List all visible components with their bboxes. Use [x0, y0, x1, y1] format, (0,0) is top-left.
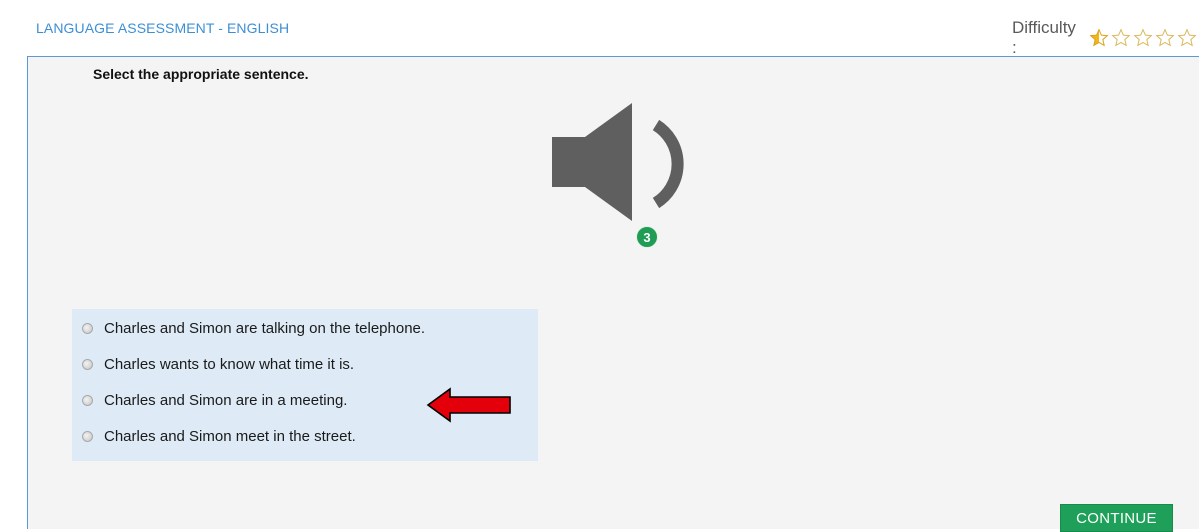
radio-button[interactable]: [82, 322, 93, 334]
answer-option[interactable]: Charles wants to know what time it is.: [72, 350, 538, 378]
plays-remaining-badge: 3: [636, 226, 658, 248]
continue-button[interactable]: CONTINUE: [1060, 504, 1173, 532]
header: LANGUAGE ASSESSMENT - ENGLISH Difficulty…: [0, 0, 1199, 58]
answer-options: Charles and Simon are talking on the tel…: [72, 309, 538, 461]
star-empty-icon: [1155, 28, 1175, 47]
assessment-title: LANGUAGE ASSESSMENT - ENGLISH: [36, 20, 290, 36]
star-empty-icon: [1111, 28, 1131, 47]
answer-option-text: Charles wants to know what time it is.: [104, 355, 355, 373]
star-half-icon: [1089, 28, 1109, 47]
star-empty-icon: [1133, 28, 1153, 47]
question-panel: Select the appropriate sentence. 3 Charl…: [27, 56, 1199, 532]
speaker-icon[interactable]: [548, 101, 688, 227]
answer-option-text: Charles and Simon meet in the street.: [104, 427, 356, 445]
answer-option[interactable]: Charles and Simon are talking on the tel…: [72, 314, 538, 342]
radio-button[interactable]: [82, 394, 93, 406]
radio-button[interactable]: [82, 358, 93, 370]
difficulty-label: Difficulty :: [1012, 18, 1076, 57]
red-arrow-icon: [426, 387, 511, 423]
star-empty-icon: [1177, 28, 1197, 47]
difficulty-rating: Difficulty :: [1012, 18, 1199, 58]
answer-option-text: Charles and Simon are talking on the tel…: [104, 319, 426, 337]
answer-option[interactable]: Charles and Simon meet in the street.: [72, 422, 538, 450]
radio-button[interactable]: [82, 430, 93, 442]
answer-option-text: Charles and Simon are in a meeting.: [104, 391, 348, 409]
difficulty-stars: [1089, 28, 1199, 48]
question-instruction: Select the appropriate sentence.: [93, 66, 309, 82]
